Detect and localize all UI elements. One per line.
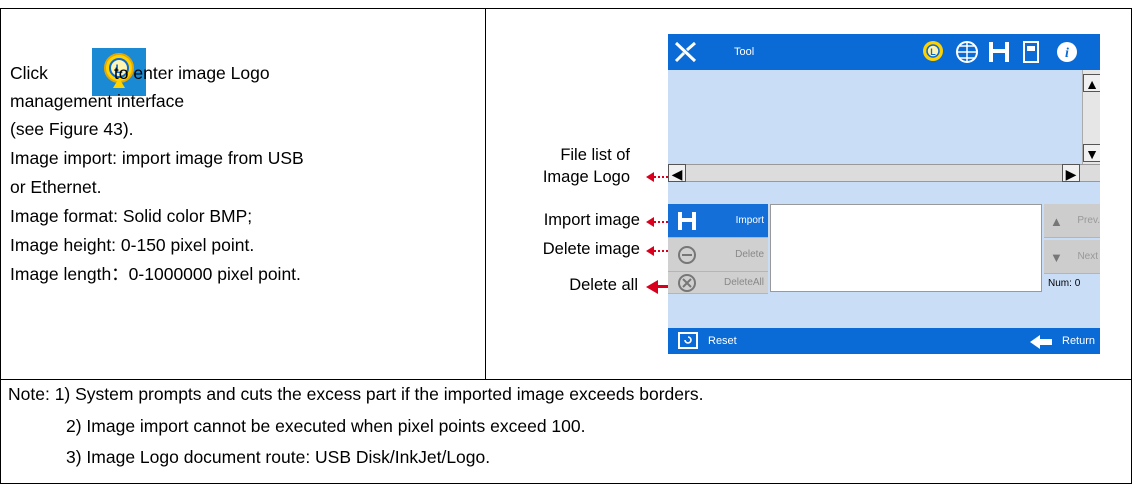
vertical-scrollbar[interactable]: ▲ ▼ xyxy=(1082,70,1100,164)
num-counter: Num: 0 xyxy=(1048,278,1080,289)
tool-icon[interactable] xyxy=(672,39,700,65)
annotation-file-list-line: Image Logo xyxy=(542,168,630,186)
reset-icon[interactable] xyxy=(678,331,698,351)
arrow-import xyxy=(646,217,654,227)
instruction-line: Image format: Solid color BMP; xyxy=(10,206,253,226)
svg-text:L: L xyxy=(930,47,936,57)
scroll-up-icon[interactable]: ▲ xyxy=(1083,74,1100,92)
reset-label[interactable]: Reset xyxy=(708,335,737,347)
tool-label: Tool xyxy=(734,46,755,58)
arrow-file-list xyxy=(646,172,654,182)
note-2: 2) Image import cannot be executed when … xyxy=(66,416,586,436)
instruction-line: Image height: 0-150 pixel point. xyxy=(10,235,255,255)
save-icon[interactable] xyxy=(986,39,1012,65)
prev-label: Prev. xyxy=(1077,215,1100,226)
triangle-up-icon: ▲ xyxy=(1050,214,1063,229)
image-preview xyxy=(770,204,1042,292)
scroll-right-icon[interactable]: ▶ xyxy=(1062,164,1080,182)
column-divider xyxy=(485,8,486,380)
return-label[interactable]: Return xyxy=(1062,335,1095,347)
next-label: Next xyxy=(1077,251,1098,262)
annotation-file-list: File list of Image Logo xyxy=(510,144,630,188)
prev-button[interactable]: ▲ Prev. xyxy=(1044,204,1100,238)
delete-all-label: DeleteAll xyxy=(723,277,764,288)
num-label: Num: xyxy=(1048,278,1072,289)
device-screen: Tool L i ▲ ▼ ◀ ▶ Import Delete DeleteAll… xyxy=(668,34,1100,354)
annotation-import: Import image xyxy=(543,211,640,229)
annotation-delete-all: Delete all xyxy=(569,276,638,294)
next-button[interactable]: ▼ Next xyxy=(1044,240,1100,274)
delete-all-button[interactable]: DeleteAll xyxy=(668,272,768,294)
instruction-line: (see Figure 43). xyxy=(10,119,134,139)
x-circle-icon xyxy=(676,272,698,294)
scroll-left-icon[interactable]: ◀ xyxy=(668,164,686,182)
annotation-delete: Delete image xyxy=(542,240,640,258)
annotation-file-list-line: File list of xyxy=(560,146,630,164)
triangle-down-icon: ▼ xyxy=(1050,250,1063,265)
globe-icon[interactable] xyxy=(954,39,980,65)
note-3: 3) Image Logo document route: USB Disk/I… xyxy=(66,447,491,467)
top-bar: Tool L i xyxy=(668,34,1100,70)
save-icon xyxy=(676,210,698,232)
instruction-line: Image import: import image from USB xyxy=(10,148,304,168)
document-icon[interactable] xyxy=(1018,39,1044,65)
minus-circle-icon xyxy=(676,244,698,266)
row-divider xyxy=(0,379,1132,380)
bottom-bar: Reset Return xyxy=(668,328,1100,354)
delete-button[interactable]: Delete xyxy=(668,238,768,272)
click-label: Click xyxy=(10,63,48,83)
file-list[interactable] xyxy=(668,70,1082,164)
return-arrow-icon[interactable] xyxy=(1028,332,1054,350)
horizontal-scrollbar[interactable]: ◀ ▶ xyxy=(668,164,1100,182)
note-1: Note: 1) System prompts and cuts the exc… xyxy=(8,384,704,404)
delete-label: Delete xyxy=(735,249,764,260)
import-button[interactable]: Import xyxy=(668,204,768,238)
instruction-line: to enter image Logo xyxy=(113,63,270,83)
logo-icon[interactable]: L xyxy=(920,39,946,65)
instruction-line: Image length：0-1000000 pixel point. xyxy=(10,264,301,284)
num-value: 0 xyxy=(1074,278,1081,289)
info-icon[interactable]: i xyxy=(1054,39,1080,65)
svg-text:i: i xyxy=(1065,46,1069,61)
arrow-delete xyxy=(646,246,654,256)
import-label: Import xyxy=(735,215,764,226)
instruction-line: management interface xyxy=(10,91,185,111)
scroll-down-icon[interactable]: ▼ xyxy=(1083,144,1100,162)
instruction-line: or Ethernet. xyxy=(10,177,102,197)
click-instruction: Click to enter image Logo xyxy=(10,60,270,88)
